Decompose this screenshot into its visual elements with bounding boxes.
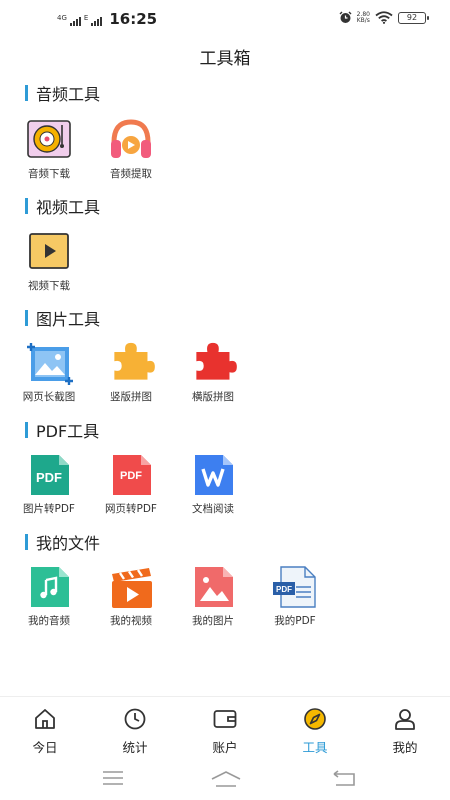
status-bar: 4G E 16:25 2.80 KB/s 92	[0, 0, 450, 38]
tool-webpage-to-pdf[interactable]: PDF 网页转PDF	[92, 453, 170, 516]
tool-my-pdf[interactable]: PDF 我的PDF	[256, 565, 334, 628]
nav-label-today: 今日	[32, 740, 58, 755]
video-download-icon	[25, 230, 73, 274]
tool-label: 我的视频	[110, 615, 152, 627]
section-pdf-title: PDF工具	[25, 418, 99, 442]
status-left: 4G E 16:25	[57, 10, 157, 28]
tool-my-video[interactable]: 我的视频	[92, 565, 170, 628]
status-time: 16:25	[109, 10, 158, 28]
section-accent-bar	[25, 534, 28, 550]
tool-label: 图片转PDF	[23, 503, 75, 515]
network-type-4g: 4G	[57, 14, 67, 22]
my-image-icon	[189, 565, 237, 609]
back-icon[interactable]	[332, 770, 356, 788]
my-pdf-icon: PDF	[271, 565, 319, 609]
tool-audio-extract[interactable]: 音频提取	[92, 118, 170, 181]
section-image-title: 图片工具	[25, 306, 100, 330]
clock-icon	[124, 708, 146, 730]
system-nav-bar	[0, 760, 450, 800]
tool-label: 网页转PDF	[105, 503, 157, 515]
tool-label: 我的PDF	[274, 615, 316, 627]
nav-label-account: 账户	[212, 740, 238, 755]
signal-icon-2	[91, 16, 103, 26]
network-speed: 2.80 KB/s	[356, 11, 370, 24]
bottom-nav: 今日 统计 账户 工具 我的	[0, 696, 450, 760]
horizontal-puzzle-icon	[189, 341, 237, 385]
long-screenshot-icon	[25, 341, 73, 385]
section-accent-bar	[25, 85, 28, 101]
tool-my-image[interactable]: 我的图片	[174, 565, 252, 628]
nav-item-stats[interactable]: 统计	[90, 697, 180, 760]
tool-label: 我的音频	[28, 615, 70, 627]
tool-my-audio[interactable]: 我的音频	[10, 565, 88, 628]
tool-long-screenshot[interactable]: 网页长截图	[10, 341, 88, 404]
section-files-title: 我的文件	[25, 530, 100, 554]
home-nav-icon[interactable]	[210, 770, 242, 788]
nav-item-today[interactable]: 今日	[0, 697, 90, 760]
wallet-icon	[213, 710, 237, 728]
menu-icon[interactable]	[102, 770, 124, 786]
tool-audio-download[interactable]: 音频下载	[10, 118, 88, 181]
battery-icon: 92	[398, 11, 429, 24]
tool-vertical-puzzle[interactable]: 竖版拼图	[92, 341, 170, 404]
section-video-title: 视频工具	[25, 194, 100, 218]
nav-label-mine: 我的	[392, 740, 418, 755]
nav-item-mine[interactable]: 我的	[360, 697, 450, 760]
section-accent-bar	[25, 310, 28, 326]
home-icon	[35, 709, 55, 729]
tool-label: 视频下载	[28, 280, 70, 292]
tool-label: 横版拼图	[192, 391, 234, 403]
network-type-e: E	[83, 14, 89, 22]
tool-label: 音频提取	[110, 168, 152, 180]
tool-image-to-pdf[interactable]: PDF 图片转PDF	[10, 453, 88, 516]
nav-item-account[interactable]: 账户	[180, 697, 270, 760]
status-right: 2.80 KB/s 92	[339, 11, 429, 24]
pdf-badge-text: PDF	[120, 470, 142, 482]
tool-label: 网页长截图	[22, 391, 76, 403]
tool-label: 音频下载	[28, 168, 70, 180]
section-accent-bar	[25, 198, 28, 214]
compass-icon	[304, 708, 326, 730]
alarm-icon	[339, 11, 352, 23]
section-audio-label: 音频工具	[36, 85, 101, 104]
section-accent-bar	[25, 422, 28, 438]
vertical-puzzle-icon	[107, 341, 155, 385]
section-audio-title: 音频工具	[25, 81, 100, 105]
pdf-badge-text: PDF	[36, 470, 62, 485]
tool-label: 我的图片	[192, 615, 234, 627]
speed-unit: KB/s	[356, 16, 370, 24]
nav-item-tools[interactable]: 工具	[270, 697, 360, 760]
nav-label-tools: 工具	[302, 740, 328, 755]
page-title: 工具箱	[199, 49, 251, 69]
audio-extract-icon	[107, 118, 155, 162]
section-pdf-label: PDF工具	[36, 422, 100, 441]
webpage-to-pdf-icon: PDF	[107, 453, 155, 497]
nav-label-stats: 统计	[122, 740, 148, 755]
section-video-label: 视频工具	[36, 198, 101, 217]
tool-document-read[interactable]: 文档阅读	[174, 453, 252, 516]
tool-horizontal-puzzle[interactable]: 横版拼图	[174, 341, 252, 404]
my-video-icon	[107, 565, 155, 609]
wifi-icon	[375, 11, 393, 24]
pdf-badge-text: PDF	[276, 585, 292, 594]
user-icon	[395, 709, 415, 730]
my-audio-icon	[25, 565, 73, 609]
tool-label: 文档阅读	[192, 503, 234, 515]
signal-icon	[69, 16, 81, 26]
document-read-icon	[189, 453, 237, 497]
section-files-label: 我的文件	[36, 534, 101, 553]
tool-video-download[interactable]: 视频下载	[10, 230, 88, 293]
image-to-pdf-icon: PDF	[25, 453, 73, 497]
audio-download-icon	[25, 118, 73, 162]
tool-label: 竖版拼图	[110, 391, 152, 403]
section-image-label: 图片工具	[36, 310, 101, 329]
